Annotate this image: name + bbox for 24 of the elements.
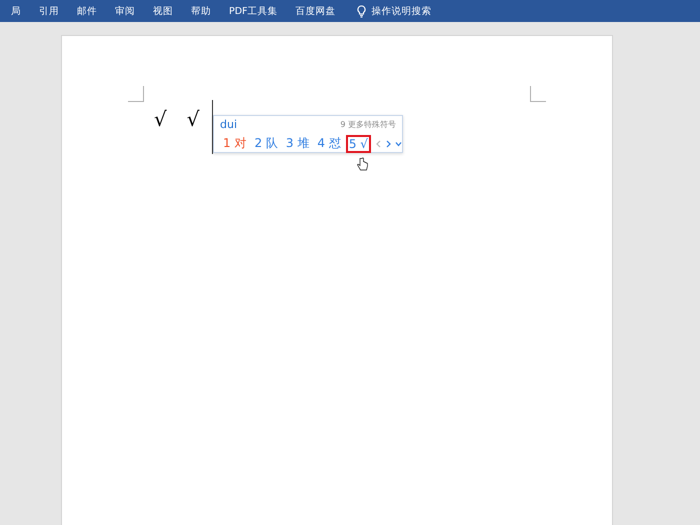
ime-candidate[interactable]: 4 怼	[314, 133, 344, 154]
ribbon-tab[interactable]: PDF工具集	[229, 4, 285, 18]
ribbon-tab[interactable]: 局	[11, 4, 28, 18]
more-symbols-link[interactable]: 9 更多特殊符号	[340, 119, 396, 130]
ime-candidate[interactable]: 1 对	[220, 133, 250, 154]
ribbon-tab[interactable]: 引用	[39, 4, 66, 18]
hand-cursor-icon	[357, 157, 368, 171]
lightbulb-icon	[356, 4, 366, 18]
check-mark: √	[154, 108, 167, 130]
ribbon-tab[interactable]: 帮助	[191, 4, 218, 18]
ribbon-tab[interactable]: 审阅	[115, 4, 142, 18]
margin-corner-mark	[128, 86, 144, 102]
ime-candidate[interactable]: 2 队	[251, 133, 281, 154]
expand-icon[interactable]	[394, 140, 402, 148]
ime-candidate[interactable]: 5 √	[346, 134, 371, 152]
check-mark: √	[186, 108, 200, 130]
ribbon-tab[interactable]: 百度网盘	[296, 4, 343, 18]
pinyin-text: dui	[220, 118, 238, 131]
ribbon-tab[interactable]: 视图	[153, 4, 180, 18]
next-page-icon[interactable]	[384, 140, 392, 148]
search-field[interactable]: 操作说明搜索	[372, 4, 439, 18]
ribbon-tab[interactable]: 邮件	[77, 4, 104, 18]
ime-candidate[interactable]: 3 堆	[282, 133, 312, 154]
margin-corner-mark	[530, 86, 546, 102]
